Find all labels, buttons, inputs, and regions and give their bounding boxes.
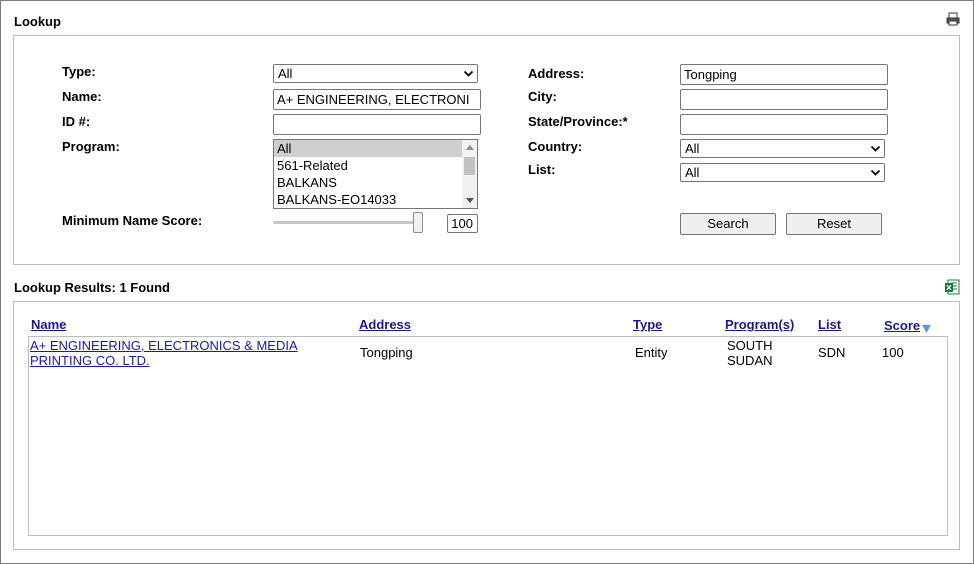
type-label: Type:	[62, 64, 96, 79]
min-score-slider-thumb[interactable]	[413, 212, 423, 233]
column-header-score[interactable]: Score	[884, 318, 920, 333]
min-score-track[interactable]	[273, 221, 421, 224]
country-select[interactable]: All	[680, 139, 885, 158]
printer-icon[interactable]	[946, 12, 960, 26]
lookup-title: Lookup	[14, 14, 61, 29]
result-program-line1: SOUTH	[727, 338, 773, 353]
list-select[interactable]: All	[680, 163, 885, 182]
reset-button[interactable]: Reset	[786, 213, 882, 235]
program-option-561-related[interactable]: 561-Related	[274, 157, 477, 174]
result-name-link[interactable]: A+ ENGINEERING, ELECTRONICS & MEDIA PRIN…	[30, 338, 330, 368]
name-input[interactable]: A+ ENGINEERING, ELECTRONI	[273, 89, 481, 110]
state-input[interactable]	[680, 114, 888, 135]
min-score-label: Minimum Name Score:	[62, 213, 203, 228]
type-select-value: All	[278, 66, 293, 81]
column-header-name[interactable]: Name	[31, 317, 66, 332]
svg-text:X: X	[946, 284, 952, 292]
column-header-list[interactable]: List	[818, 317, 841, 332]
program-option-balkans[interactable]: BALKANS	[274, 174, 477, 191]
city-input[interactable]	[680, 89, 888, 110]
program-option-balkans-eo14033[interactable]: BALKANS-EO14033	[274, 191, 477, 208]
country-select-value: All	[685, 141, 700, 156]
type-select[interactable]: All	[273, 64, 478, 83]
scrollbar-thumb[interactable]	[464, 157, 475, 175]
result-score: 100	[882, 345, 904, 360]
chevron-down-icon	[870, 145, 881, 152]
sort-descending-icon[interactable]	[922, 321, 931, 333]
result-name-line1[interactable]: A+ ENGINEERING, ELECTRONICS & MEDIA	[30, 338, 330, 353]
id-label: ID #:	[62, 114, 91, 129]
address-input[interactable]: Tongping	[680, 64, 888, 85]
column-header-programs[interactable]: Program(s)	[725, 317, 794, 332]
program-label: Program:	[62, 139, 120, 154]
search-button[interactable]: Search	[680, 213, 776, 235]
name-label: Name:	[62, 89, 102, 104]
column-header-type[interactable]: Type	[633, 317, 662, 332]
result-list: SDN	[818, 345, 846, 360]
scroll-down-icon[interactable]	[466, 198, 474, 203]
city-label: City:	[528, 89, 557, 104]
list-select-value: All	[685, 165, 700, 180]
excel-export-icon[interactable]: X	[944, 279, 960, 295]
chevron-down-icon	[463, 70, 474, 77]
state-label: State/Province:*	[528, 114, 628, 129]
country-label: Country:	[528, 139, 583, 154]
result-programs: SOUTH SUDAN	[727, 338, 773, 368]
results-title: Lookup Results: 1 Found	[14, 280, 170, 295]
result-program-line2: SUDAN	[727, 353, 773, 368]
list-label: List:	[528, 162, 556, 177]
column-header-address[interactable]: Address	[359, 317, 411, 332]
program-listbox[interactable]: All 561-Related BALKANS BALKANS-EO14033	[273, 139, 478, 209]
address-label: Address:	[528, 66, 585, 81]
id-input[interactable]	[273, 114, 481, 135]
min-score-value[interactable]: 100	[447, 214, 478, 233]
result-type: Entity	[635, 345, 668, 360]
scroll-up-icon[interactable]	[466, 145, 474, 150]
program-scrollbar[interactable]	[462, 140, 477, 208]
result-name-line2[interactable]: PRINTING CO. LTD.	[30, 353, 330, 368]
chevron-down-icon	[870, 169, 881, 176]
program-option-all[interactable]: All	[274, 140, 462, 157]
result-address: Tongping	[360, 345, 413, 360]
